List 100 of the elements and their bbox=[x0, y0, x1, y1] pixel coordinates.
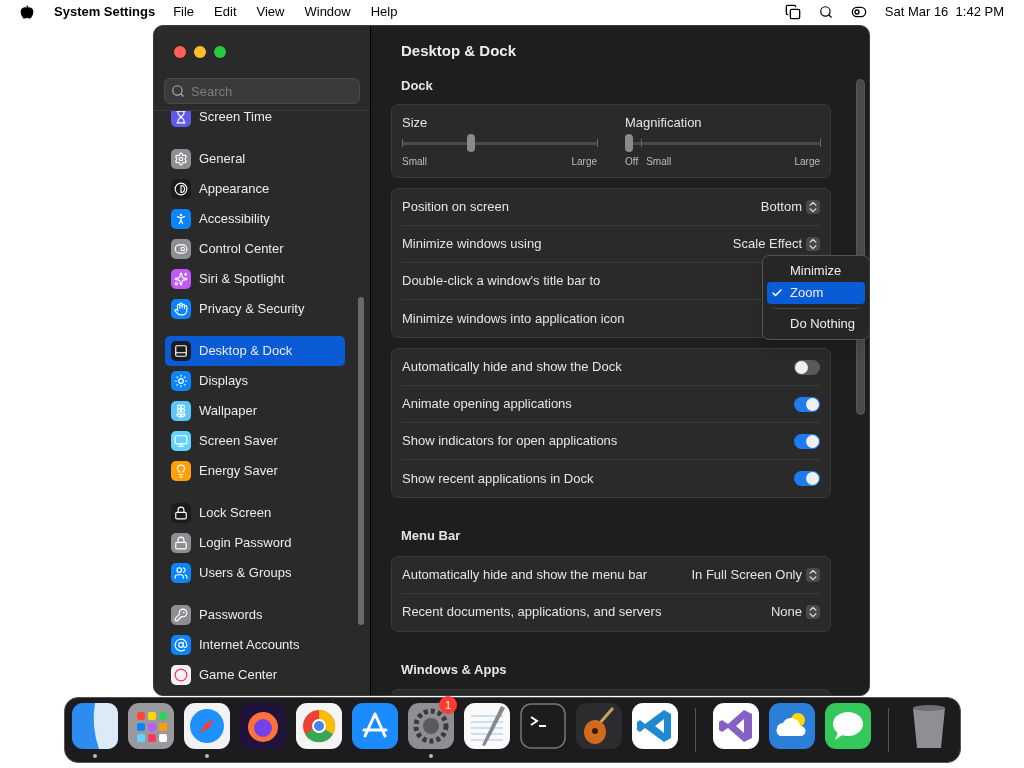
toggle-switch[interactable] bbox=[794, 471, 820, 486]
sidebar-item[interactable]: Desktop & Dock bbox=[165, 336, 345, 366]
tick-label: Off bbox=[625, 155, 639, 169]
sidebar-item[interactable]: Users & Groups bbox=[165, 558, 345, 588]
setting-label: Animate opening applications bbox=[402, 395, 572, 414]
sidebar-item[interactable]: Passwords bbox=[165, 600, 345, 630]
section-heading: Menu Bar bbox=[400, 527, 462, 545]
tick-label: Large bbox=[794, 155, 820, 169]
setting-label: Automatically hide and show the menu bar bbox=[402, 565, 647, 584]
sidebar-label: Control Center bbox=[199, 240, 284, 259]
sidebar-label: Login Password bbox=[199, 534, 292, 553]
slider-thumb[interactable] bbox=[467, 134, 476, 152]
sidebar-item[interactable]: Appearance bbox=[165, 174, 345, 204]
up-down-chevron-icon bbox=[806, 605, 820, 619]
slider-label: Magnification bbox=[625, 113, 703, 132]
search-field[interactable]: Search bbox=[164, 78, 360, 104]
sidebar-label: Privacy & Security bbox=[199, 300, 305, 319]
setting-label: Minimize windows using bbox=[402, 235, 542, 254]
guitar-icon[interactable] bbox=[575, 702, 623, 750]
notepad-icon[interactable] bbox=[463, 702, 511, 750]
notification-badge: 1 bbox=[439, 696, 457, 714]
setting-label: Double-click a window's title bar to bbox=[402, 272, 601, 291]
windows-icon[interactable] bbox=[784, 4, 801, 20]
slider-label: Size bbox=[402, 113, 429, 132]
sidebar-label: Users & Groups bbox=[199, 564, 292, 583]
sidebar-item[interactable]: Lock Screen bbox=[165, 498, 345, 528]
sidebar-label: Displays bbox=[199, 372, 249, 391]
sidebar-label: Screen Time bbox=[199, 111, 272, 127]
sidebar-item[interactable]: Control Center bbox=[165, 234, 345, 264]
close-button[interactable] bbox=[174, 46, 186, 58]
setting-label: Show indicators for open applications bbox=[402, 432, 618, 451]
menu-item[interactable]: Edit bbox=[214, 2, 237, 22]
toggle-switch[interactable] bbox=[794, 396, 820, 412]
sidebar-item[interactable]: Screen Saver bbox=[165, 426, 345, 456]
app-menu[interactable]: System Settings bbox=[54, 2, 156, 22]
sidebar-label: General bbox=[199, 150, 246, 169]
slider-thumb[interactable] bbox=[625, 134, 633, 152]
setting-label: Minimize windows into application icon bbox=[402, 309, 625, 328]
menu-item[interactable]: Help bbox=[370, 2, 398, 22]
sidebar-item[interactable]: Privacy & Security bbox=[165, 294, 345, 324]
sidebar-label: Lock Screen bbox=[199, 504, 272, 523]
up-down-chevron-icon bbox=[806, 567, 820, 582]
fox-globe-icon[interactable] bbox=[239, 702, 287, 750]
sidebar-item[interactable]: Game Center bbox=[165, 660, 345, 690]
checkmark-icon bbox=[771, 287, 783, 299]
sidebar-item[interactable]: Login Password bbox=[165, 528, 345, 558]
cloud-sun-icon[interactable] bbox=[768, 702, 816, 750]
menu-option[interactable]: Zoom bbox=[767, 282, 865, 304]
slider-track[interactable] bbox=[402, 136, 597, 150]
setting-label: Automatically hide and show the Dock bbox=[402, 358, 622, 377]
sidebar-item[interactable]: Accessibility bbox=[165, 204, 345, 234]
compass-icon[interactable] bbox=[183, 702, 231, 750]
sidebar-label: Internet Accounts bbox=[199, 636, 300, 655]
slider-track[interactable] bbox=[625, 136, 820, 150]
sidebar-label: Appearance bbox=[199, 180, 270, 199]
menu-item[interactable]: Window bbox=[304, 2, 351, 22]
scrollbar[interactable] bbox=[358, 297, 364, 625]
toggle-switch[interactable] bbox=[794, 359, 820, 375]
gear-icon[interactable] bbox=[407, 702, 455, 750]
setting-label: Show recent applications in Dock bbox=[402, 469, 594, 488]
up-down-chevron-icon bbox=[806, 200, 820, 214]
code-loop-icon[interactable] bbox=[712, 702, 760, 750]
popup-select[interactable]: Scale Effect bbox=[732, 234, 820, 254]
sidebar-label: Accessibility bbox=[199, 210, 270, 229]
tick-label: Small bbox=[646, 155, 672, 169]
section-heading: Windows & Apps bbox=[400, 660, 508, 679]
up-down-chevron-icon bbox=[806, 237, 820, 251]
sidebar-item[interactable]: General bbox=[165, 144, 345, 174]
two-tone-square-icon[interactable] bbox=[71, 702, 119, 750]
zoom-button[interactable] bbox=[214, 46, 226, 58]
search-icon bbox=[171, 84, 185, 98]
app-store-icon[interactable] bbox=[351, 702, 399, 750]
menu-item[interactable]: File bbox=[173, 2, 195, 22]
app-grid-icon[interactable] bbox=[127, 702, 175, 750]
clock[interactable]: Sat Mar 16 1:42 PM bbox=[884, 2, 1004, 22]
terminal-icon[interactable] bbox=[519, 702, 567, 750]
sidebar-label: Energy Saver bbox=[199, 462, 278, 481]
sidebar-item[interactable]: Displays bbox=[165, 366, 345, 396]
chat-bubble-icon[interactable] bbox=[824, 702, 872, 750]
sidebar-item[interactable]: Internet Accounts bbox=[165, 630, 345, 660]
sidebar-item[interactable]: Energy Saver bbox=[165, 456, 345, 486]
switches-icon[interactable] bbox=[850, 4, 867, 20]
popup-select[interactable]: Bottom bbox=[760, 197, 820, 217]
minimize-button[interactable] bbox=[194, 46, 206, 58]
menu-option[interactable]: Minimize bbox=[767, 260, 865, 282]
setting-label: Recent documents, applications, and servers bbox=[402, 603, 662, 622]
sidebar-item[interactable]: Wallpaper bbox=[165, 396, 345, 426]
toggle-switch[interactable] bbox=[794, 433, 820, 449]
code-editor-icon[interactable] bbox=[631, 702, 679, 750]
sidebar-item[interactable]: Siri & Spotlight bbox=[165, 264, 345, 294]
sidebar-label: Passwords bbox=[199, 606, 263, 625]
sidebar-item[interactable]: Screen Time bbox=[165, 111, 345, 132]
popup-select[interactable]: None bbox=[770, 602, 820, 622]
popup-select[interactable]: In Full Screen Only bbox=[691, 564, 820, 585]
section-heading: Dock bbox=[400, 77, 434, 95]
menu-item[interactable]: View bbox=[256, 2, 285, 22]
setting-label: Position on screen bbox=[402, 198, 509, 217]
apple-icon[interactable] bbox=[20, 5, 34, 19]
search-icon[interactable] bbox=[818, 5, 833, 19]
menu-option[interactable]: Do Nothing bbox=[767, 313, 865, 335]
